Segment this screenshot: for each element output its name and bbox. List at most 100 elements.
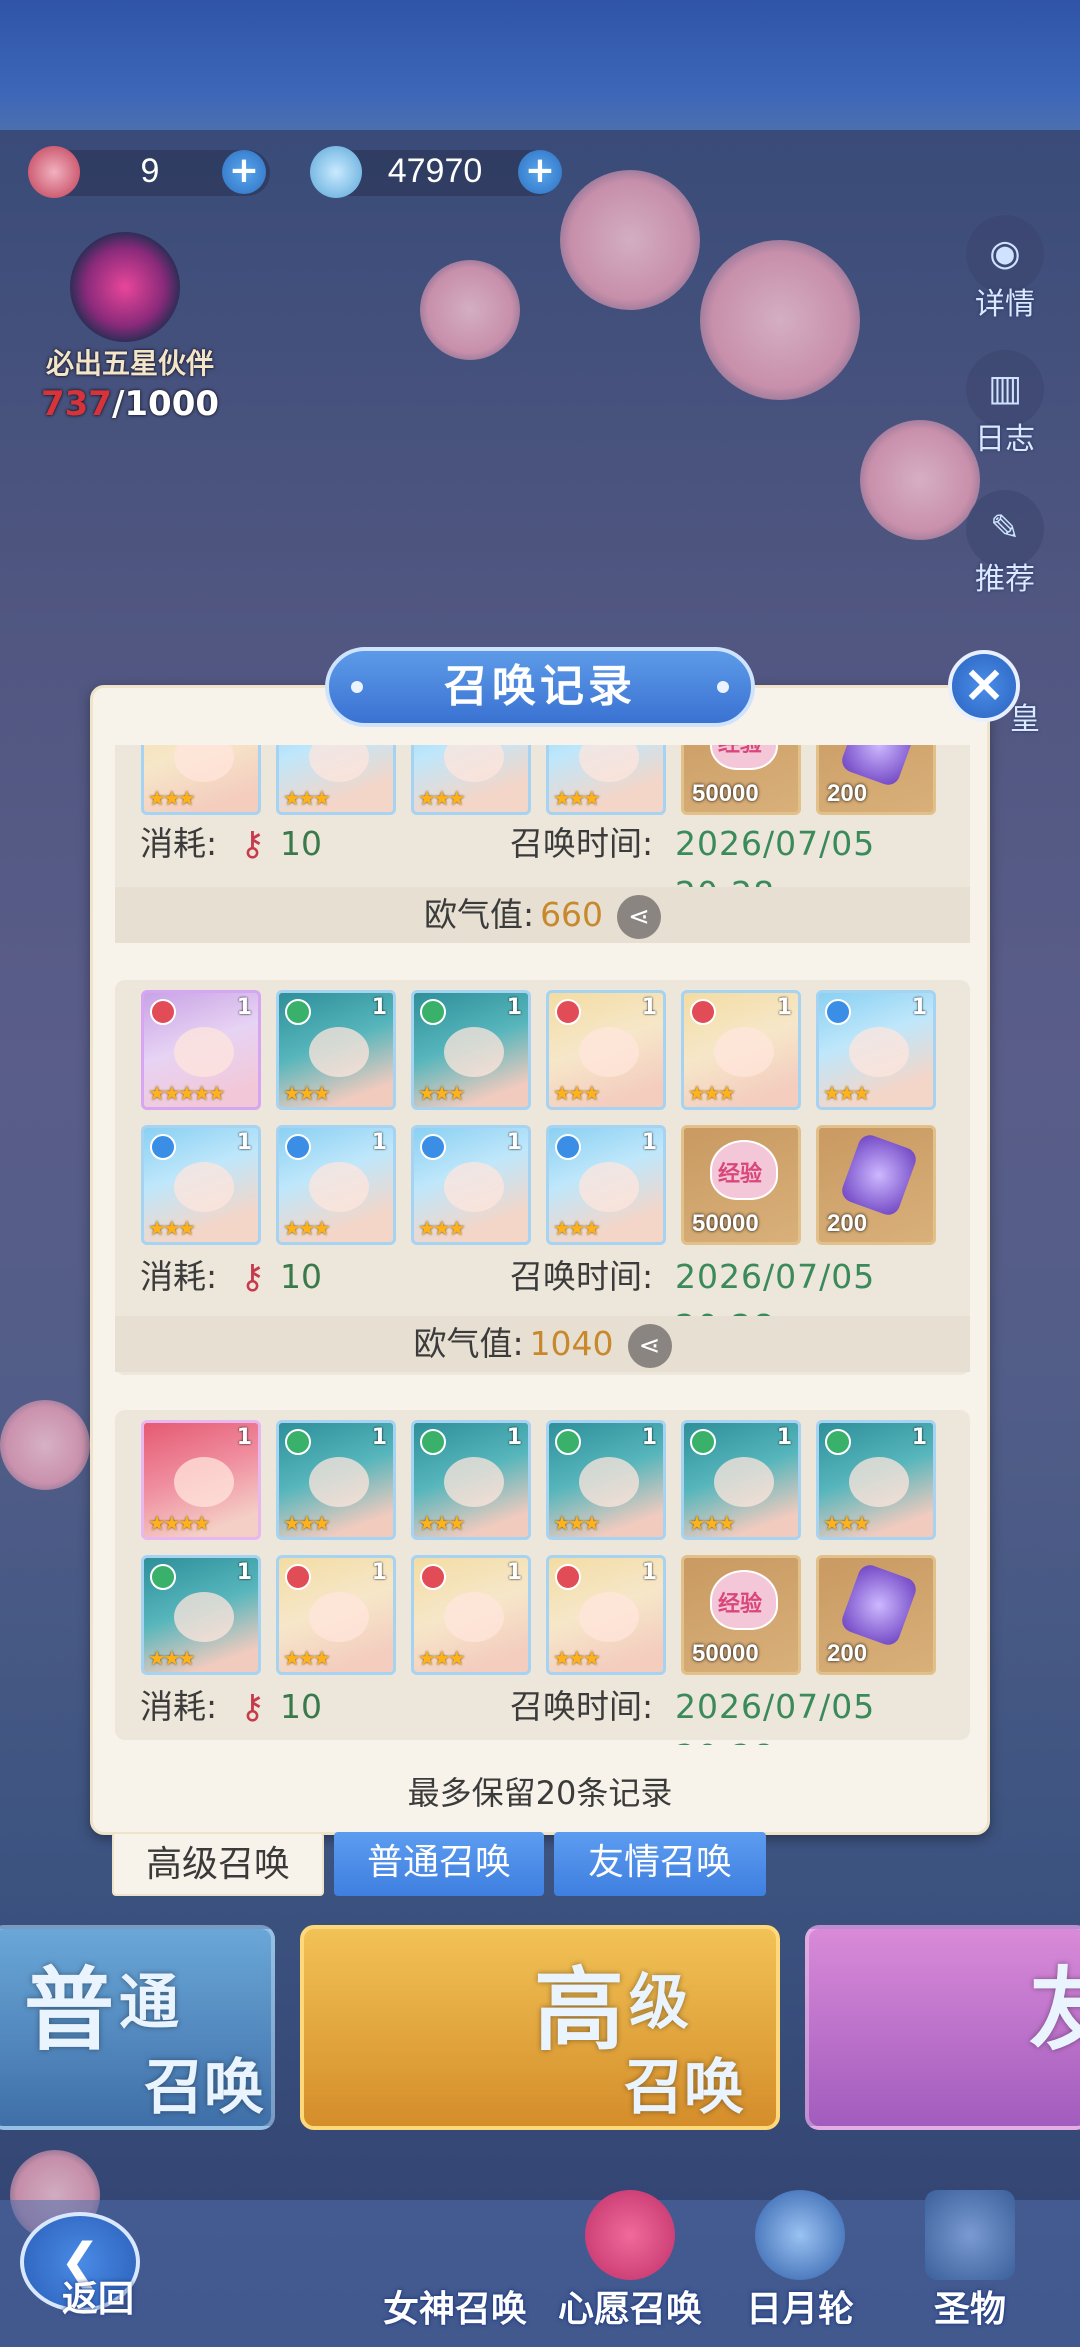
card-count: 1 — [776, 1425, 792, 1450]
crystal-item-card[interactable]: 200 — [816, 1125, 936, 1245]
element-icon — [690, 1429, 716, 1455]
exp-item-card[interactable]: 经验 50000 — [681, 1555, 801, 1675]
crystal-item-card[interactable]: 200 — [816, 745, 936, 815]
reward-card[interactable]: ★★★ — [276, 745, 396, 815]
reward-card[interactable]: 1 ★★★ — [276, 1555, 396, 1675]
key-icon — [28, 146, 80, 198]
share-icon[interactable]: ⋖ — [627, 1323, 672, 1368]
card-count: 1 — [641, 1560, 657, 1585]
close-button[interactable]: × — [948, 650, 1020, 722]
character-portrait — [309, 745, 369, 782]
star-rating: ★★★ — [688, 1081, 736, 1105]
exp-heart-icon: 经验 — [710, 745, 778, 770]
add-crystals-button[interactable]: + — [518, 150, 562, 194]
blossom-decoration — [700, 240, 860, 400]
character-portrait — [579, 1457, 639, 1507]
add-keys-button[interactable]: + — [222, 150, 266, 194]
advanced-summon-banner[interactable]: 高 级 召唤 — [300, 1925, 780, 2130]
records-scroll-list[interactable]: ★★★ ★★★ ★★★ ★★★ 经验 50000 200 消耗: ⚷ 10 召唤时… — [115, 745, 970, 1745]
recommend-button[interactable]: ✎ 推荐 — [960, 490, 1050, 598]
reward-card[interactable]: ★★★ — [411, 745, 531, 815]
five-star-guarantee-icon[interactable] — [70, 232, 180, 342]
reward-card[interactable]: 1 ★★★ — [276, 1420, 396, 1540]
star-rating: ★★★ — [283, 786, 331, 810]
element-icon — [285, 999, 311, 1025]
star-rating: ★★★★ — [148, 1511, 211, 1535]
compass-icon — [755, 2190, 845, 2280]
reward-card[interactable]: 1 ★★★ — [276, 990, 396, 1110]
element-icon — [555, 1429, 581, 1455]
guarantee-progress: 737/1000 — [30, 384, 230, 424]
reward-card[interactable]: ★★★ — [546, 745, 666, 815]
reward-card[interactable]: 1 ★★★★★ — [141, 990, 261, 1110]
heart-icon — [585, 2190, 675, 2280]
share-icon[interactable]: ⋖ — [617, 894, 662, 939]
reward-card[interactable]: 1 ★★★ — [411, 1125, 531, 1245]
reward-card[interactable]: 1 ★★★ — [141, 1555, 261, 1675]
nav-relic[interactable]: 圣物 — [905, 2190, 1035, 2340]
tab-normal-summon[interactable]: 普通召唤 — [334, 1832, 544, 1896]
reward-card[interactable]: 1 ★★★ — [411, 1420, 531, 1540]
time-value: 2026/07/05 20:28 — [675, 1687, 876, 1745]
exp-heart-icon: 经验 — [710, 1570, 778, 1630]
character-portrait — [444, 1457, 504, 1507]
reward-card[interactable]: 1 ★★★ — [681, 1420, 801, 1540]
reward-card[interactable]: 1 ★★★ — [546, 990, 666, 1110]
star-rating: ★★★ — [283, 1216, 331, 1240]
friend-summon-banner[interactable]: 友 — [805, 1925, 1080, 2130]
dialog-title-text: 召唤记录 — [444, 661, 636, 712]
exp-item-card[interactable]: 经验 50000 — [681, 1125, 801, 1245]
tab-advanced-summon[interactable]: 高级召唤 — [112, 1832, 324, 1896]
cost-label: 消耗: — [140, 1687, 218, 1726]
crystal-icon — [838, 1561, 920, 1649]
reward-card[interactable]: 1 ★★★ — [411, 990, 531, 1110]
item-quantity: 200 — [827, 1640, 868, 1667]
star-rating: ★★★ — [823, 1081, 871, 1105]
character-portrait — [444, 1592, 504, 1642]
star-rating: ★★★ — [418, 1216, 466, 1240]
reward-card[interactable]: ★★★ — [141, 745, 261, 815]
reward-card[interactable]: 1 ★★★★ — [141, 1420, 261, 1540]
time-label: 召唤时间: — [510, 824, 654, 863]
reward-card[interactable]: 1 ★★★ — [546, 1125, 666, 1245]
card-count: 1 — [236, 1425, 252, 1450]
star-rating: ★★★★★ — [148, 1081, 226, 1105]
reward-card[interactable]: 1 ★★★ — [681, 990, 801, 1110]
nav-sun-moon-wheel[interactable]: 日月轮 — [735, 2190, 865, 2340]
log-button[interactable]: ▥ 日志 — [960, 350, 1050, 458]
element-icon — [555, 1134, 581, 1160]
card-count: 1 — [506, 1130, 522, 1155]
nav-relic-label: 圣物 — [933, 2289, 1006, 2330]
exp-item-card[interactable]: 经验 50000 — [681, 745, 801, 815]
nav-goddess-summon[interactable]: 女神召唤 — [370, 2260, 540, 2340]
reward-card[interactable]: 1 ★★★ — [276, 1125, 396, 1245]
item-quantity: 200 — [827, 780, 868, 807]
card-count: 1 — [506, 1425, 522, 1450]
element-icon — [420, 1429, 446, 1455]
normal-summon-banner[interactable]: 普 通 召唤 — [0, 1925, 275, 2130]
character-portrait — [444, 745, 504, 782]
time-label: 召唤时间: — [510, 1687, 654, 1726]
exp-item-text: 经验 — [718, 745, 762, 758]
reward-card[interactable]: 1 ★★★ — [816, 1420, 936, 1540]
reward-card[interactable]: 1 ★★★ — [141, 1125, 261, 1245]
reward-card[interactable]: 1 ★★★ — [546, 1420, 666, 1540]
top-header-bar — [0, 0, 1080, 130]
nav-wish-summon[interactable]: 心愿召唤 — [555, 2190, 705, 2340]
log-label: 日志 — [975, 422, 1035, 457]
luck-text: 欧气值: 660 ⋖ — [424, 891, 662, 939]
reward-card[interactable]: 1 ★★★ — [816, 990, 936, 1110]
luck-value: 1040 — [529, 1324, 614, 1363]
character-portrait — [849, 1027, 909, 1077]
reward-card[interactable]: 1 ★★★ — [546, 1555, 666, 1675]
reward-card[interactable]: 1 ★★★ — [411, 1555, 531, 1675]
element-icon — [285, 1134, 311, 1160]
cost-row: 消耗: ⚷ 10 召唤时间: 2026/07/05 20:28 — [140, 819, 960, 913]
details-button[interactable]: ◉ 详情 — [960, 215, 1050, 323]
element-icon — [825, 999, 851, 1025]
blossom-decoration — [420, 260, 520, 360]
tab-friend-summon[interactable]: 友情召唤 — [554, 1832, 766, 1896]
back-button[interactable]: 返回 — [62, 2270, 134, 2322]
crystal-item-card[interactable]: 200 — [816, 1555, 936, 1675]
element-icon — [825, 1429, 851, 1455]
